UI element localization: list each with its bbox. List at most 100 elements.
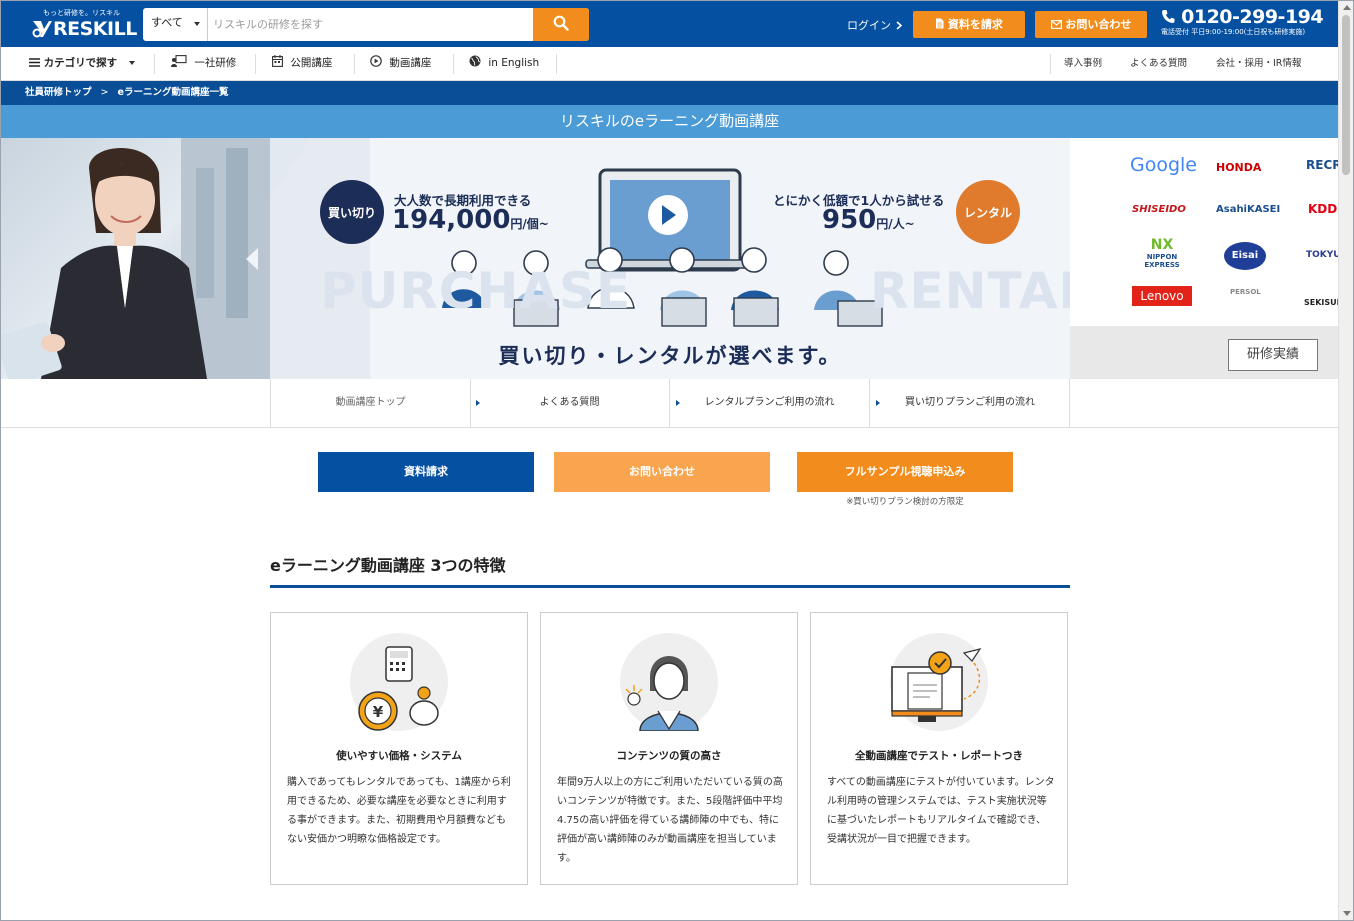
request-docs-button[interactable]: 資料を請求 (913, 11, 1025, 38)
subnav-label: 動画講座トップ (335, 397, 406, 408)
chevron-right-icon (895, 21, 902, 30)
nav-category-label: カテゴリで探す (43, 57, 118, 69)
login-label: ログイン (847, 19, 891, 32)
instructor-icon (620, 633, 718, 732)
phone-hours: 電話受付 平日9:00-19:00(土日祝も研修実施) (1161, 28, 1306, 36)
nav-item-english[interactable]: in English (469, 47, 539, 80)
nav-label: in English (488, 57, 540, 69)
monitor-report-icon (890, 633, 988, 731)
cta-contact-button[interactable]: お問い合わせ (554, 452, 770, 492)
breadcrumb-home[interactable]: 社員研修トップ (25, 87, 92, 98)
document-icon (936, 18, 944, 29)
subnav-item-rental-flow[interactable]: レンタルプランご利用の流れ (670, 379, 870, 427)
page-scrollbar[interactable] (1338, 1, 1353, 920)
buy-badge: 買い切り (327, 206, 376, 220)
features-title-underline (270, 585, 1070, 588)
search-icon (553, 15, 569, 31)
nav-link-company[interactable]: 会社・採用・IR情報 (1216, 47, 1301, 80)
client-logo-nx-text: NIPPON EXPRESS (1144, 253, 1180, 269)
nav-divider (154, 54, 155, 74)
nav-label: 一社研修 (194, 57, 237, 69)
client-logo-kddi: KDDI (1308, 202, 1338, 216)
contact-button[interactable]: お問い合わせ (1035, 11, 1147, 38)
breadcrumb-separator: > (100, 87, 109, 98)
main-nav: カテゴリで探す 一社研修 公開講座 動画講座 in English 導入事例 よ… (1, 47, 1338, 81)
rent-price: 950 (822, 205, 877, 235)
cta-sample-note: ※買い切りプラン検討の方限定 (846, 497, 964, 507)
cta-sample-button[interactable]: フルサンプル視聴申込み (797, 452, 1013, 492)
buy-price-block: 194,000円/個~ (392, 205, 549, 235)
feature-card-title: 全動画講座でテスト・レポートつき (855, 750, 1023, 762)
subnav-item-top[interactable]: 動画講座トップ (271, 379, 471, 427)
breadcrumb-current: eラーニング動画講座一覧 (117, 87, 229, 98)
login-link[interactable]: ログイン (847, 17, 903, 33)
nav-link-case-studies[interactable]: 導入事例 (1064, 47, 1102, 80)
bg-word-rental: RENTAL (870, 262, 1070, 320)
video-subnav: 動画講座トップ よくある質問 レンタルプランご利用の流れ 買い切りプランご利用の… (270, 379, 1070, 427)
logo-tagline: もっと研修を。リスキル (43, 9, 120, 17)
client-logo-asahikasei: AsahiKASEI (1216, 204, 1281, 215)
breadcrumb: 社員研修トップ > eラーニング動画講座一覧 (1, 81, 1338, 105)
feature-card-title: 使いやすい価格・システム (336, 750, 462, 762)
triangle-right-icon (876, 400, 880, 406)
client-logo-tokyu: TOKYU (1306, 250, 1338, 260)
globe-icon (469, 55, 481, 67)
play-circle-icon (370, 55, 382, 67)
scroll-down-icon[interactable] (1343, 911, 1351, 916)
divider (1, 427, 1338, 428)
hamburger-icon (29, 58, 40, 67)
buy-price: 194,000 (392, 205, 511, 235)
banner-headline: 買い切り・レンタルが選べます。 (498, 344, 842, 368)
svg-text:¥: ¥ (373, 703, 384, 721)
businesswoman-image (1, 138, 270, 379)
rent-unit: 円/人~ (876, 217, 915, 231)
client-logo-google: Google (1130, 154, 1198, 176)
triangle-right-icon (476, 400, 480, 406)
nav-divider (255, 54, 256, 74)
chevron-down-icon (128, 61, 135, 65)
nav-item-video[interactable]: 動画講座 (370, 47, 431, 80)
nav-divider (1050, 54, 1051, 74)
achievements-tab[interactable]: 研修実績 (1228, 339, 1318, 371)
chevron-down-icon (194, 22, 200, 26)
subnav-item-buy-flow[interactable]: 買い切りプランご利用の流れ (870, 379, 1070, 427)
client-logo-lenovo: Lenovo (1132, 286, 1192, 306)
scroll-thumb[interactable] (1342, 15, 1350, 175)
client-logos-panel: Google HONDA RECRUIT SHISEIDO AsahiKASEI… (1070, 138, 1338, 379)
carousel-prev-icon[interactable] (246, 248, 258, 270)
phone-number: 0120-299-194 (1181, 6, 1324, 28)
scroll-up-icon[interactable] (1343, 5, 1351, 10)
client-logo-persol: PERSOL (1230, 288, 1261, 296)
page-title: リスキルのeラーニング動画講座 (1, 105, 1338, 138)
client-logo-honda: HONDA (1216, 161, 1262, 174)
buy-unit: 円/個~ (510, 217, 549, 231)
phone-contact[interactable]: 0120-299-194 電話受付 平日9:00-19:00(土日祝も研修実施) (1161, 6, 1324, 37)
hero-photo (1, 138, 270, 379)
search-input[interactable] (209, 8, 533, 41)
subnav-item-faq[interactable]: よくある質問 (470, 379, 670, 427)
feature-card: 全動画講座でテスト・レポートつき すべての動画講座にテストが付いています。レンタ… (810, 612, 1068, 885)
nav-item-inhouse[interactable]: 一社研修 (171, 47, 236, 80)
nav-link-faq[interactable]: よくある質問 (1130, 47, 1187, 80)
feature-card-body: 年間9万人以上の方にご利用いただいている質の高いコンテンツが特徴です。また、5段… (557, 777, 783, 864)
client-logo-shiseido: SHISEIDO (1132, 204, 1186, 215)
nav-category-menu[interactable]: カテゴリで探す (29, 47, 135, 80)
teacher-icon (171, 55, 187, 67)
cta-docs-button[interactable]: 資料請求 (318, 452, 534, 492)
client-logo-nx: NX NIPPON EXPRESS (1144, 237, 1180, 270)
search-bar: すべて (143, 8, 589, 41)
nav-label: 公開講座 (290, 57, 333, 69)
client-logo-eisai: Eisai (1224, 242, 1266, 270)
rent-badge: レンタル (963, 206, 1012, 220)
nav-divider (453, 54, 454, 74)
nav-item-public[interactable]: 公開講座 (272, 47, 332, 80)
search-category-select[interactable]: すべて (143, 8, 208, 41)
feature-card-body: すべての動画講座にテストが付いています。レンタル利用時の管理システムでは、テスト… (827, 777, 1055, 845)
client-logo-sekisui: SEKISUI (1304, 298, 1338, 307)
rent-price-block: 950円/人~ (822, 205, 915, 235)
features-title: eラーニング動画講座 3つの特徴 (270, 556, 506, 575)
logo-text: RESKILL (53, 18, 137, 40)
hero-banner[interactable]: PURCHASE RENTAL 買い切り 大人数で長期利用できる 194,000… (270, 138, 1070, 379)
subnav-label: 買い切りプランご利用の流れ (905, 397, 1035, 408)
search-button[interactable] (533, 8, 589, 41)
